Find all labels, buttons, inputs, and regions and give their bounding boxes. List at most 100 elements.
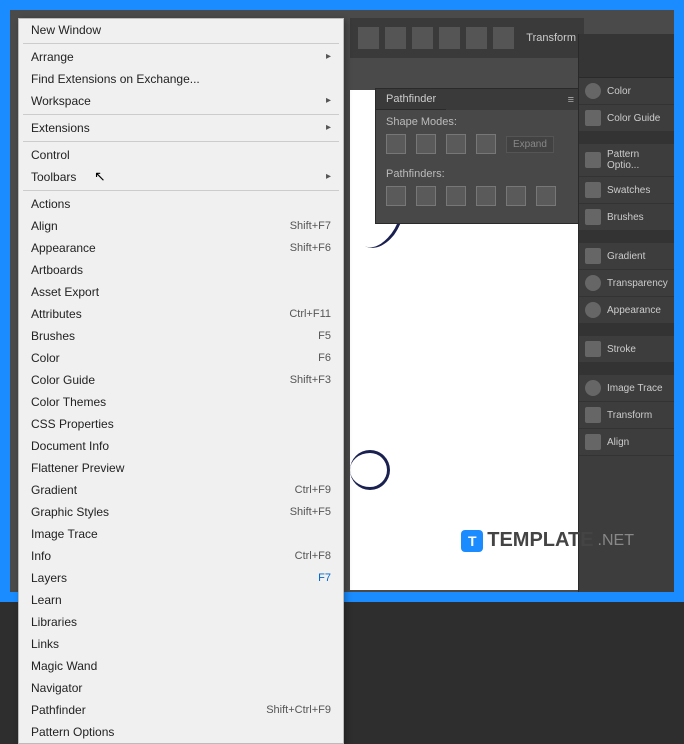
menu-graphic-styles[interactable]: Graphic StylesShift+F5	[19, 501, 343, 523]
menu-artboards[interactable]: Artboards	[19, 259, 343, 281]
chevron-right-icon: ▸	[326, 49, 331, 65]
transparency-icon	[585, 275, 601, 291]
menu-asset-export[interactable]: Asset Export	[19, 281, 343, 303]
panel-menu-icon[interactable]: ≡	[568, 94, 574, 106]
menu-label: Navigator	[31, 680, 82, 696]
watermark: T TEMPLATE .NET	[461, 529, 634, 552]
menu-actions[interactable]: Actions	[19, 193, 343, 215]
window-menu: New Window Arrange▸ Find Extensions on E…	[18, 18, 344, 744]
menu-magic-wand[interactable]: Magic Wand	[19, 655, 343, 677]
menu-align[interactable]: AlignShift+F7	[19, 215, 343, 237]
panel-brushes[interactable]: Brushes	[579, 204, 674, 231]
menu-learn[interactable]: Learn	[19, 589, 343, 611]
menu-css-properties[interactable]: CSS Properties	[19, 413, 343, 435]
panel-appearance[interactable]: Appearance	[579, 297, 674, 324]
menu-label: New Window	[31, 22, 101, 38]
menu-label: Toolbars	[31, 169, 76, 185]
menu-control[interactable]: Control	[19, 144, 343, 166]
menu-layers[interactable]: LayersF7	[19, 567, 343, 589]
panel-align[interactable]: Align	[579, 429, 674, 456]
menu-label: Libraries	[31, 614, 77, 630]
align-top-icon[interactable]	[439, 27, 460, 49]
menu-label: Brushes	[31, 328, 75, 344]
panel-label: Color Guide	[607, 113, 660, 124]
menu-attributes[interactable]: AttributesCtrl+F11	[19, 303, 343, 325]
exclude-icon[interactable]	[476, 134, 496, 154]
menu-extensions[interactable]: Extensions ▸	[19, 117, 343, 139]
align-right-icon[interactable]	[412, 27, 433, 49]
menu-pattern-options[interactable]: Pattern Options	[19, 721, 343, 743]
align-center-icon[interactable]	[385, 27, 406, 49]
panel-pattern-options[interactable]: Pattern Optio...	[579, 144, 674, 177]
panel-label: Image Trace	[607, 383, 663, 394]
menu-color-guide[interactable]: Color GuideShift+F3	[19, 369, 343, 391]
intersect-icon[interactable]	[446, 134, 466, 154]
image-trace-icon	[585, 380, 601, 396]
trim-icon[interactable]	[416, 186, 436, 206]
unite-icon[interactable]	[386, 134, 406, 154]
divide-icon[interactable]	[386, 186, 406, 206]
watermark-badge: T	[461, 530, 483, 552]
menu-color-themes[interactable]: Color Themes	[19, 391, 343, 413]
swatches-icon	[585, 182, 601, 198]
menu-label: Color	[31, 350, 60, 366]
menu-shortcut: Shift+F3	[290, 372, 331, 388]
pathfinder-tab[interactable]: Pathfinder	[376, 89, 446, 110]
panel-label: Gradient	[607, 251, 645, 262]
menu-label: Image Trace	[31, 526, 98, 542]
menu-shortcut: Shift+Ctrl+F9	[266, 702, 331, 718]
align-bottom-icon[interactable]	[493, 27, 514, 49]
menu-brushes[interactable]: BrushesF5	[19, 325, 343, 347]
gradient-icon	[585, 248, 601, 264]
chevron-right-icon: ▸	[326, 120, 331, 136]
panel-label: Transparency	[607, 278, 668, 289]
menu-flattener[interactable]: Flattener Preview	[19, 457, 343, 479]
outline-icon[interactable]	[506, 186, 526, 206]
menu-separator	[23, 190, 339, 191]
menu-workspace[interactable]: Workspace▸	[19, 90, 343, 112]
menu-label: Flattener Preview	[31, 460, 124, 476]
menu-shortcut: Shift+F6	[290, 240, 331, 256]
menu-libraries[interactable]: Libraries	[19, 611, 343, 633]
panel-stroke[interactable]: Stroke	[579, 336, 674, 363]
menu-label: Find Extensions on Exchange...	[31, 71, 200, 87]
right-panel-strip	[579, 34, 674, 78]
align-left-icon[interactable]	[358, 27, 379, 49]
menu-pathfinder[interactable]: PathfinderShift+Ctrl+F9	[19, 699, 343, 721]
minus-back-icon[interactable]	[536, 186, 556, 206]
panel-label: Pattern Optio...	[607, 149, 668, 171]
menu-arrange[interactable]: Arrange▸	[19, 46, 343, 68]
menu-separator	[23, 114, 339, 115]
transform-icon	[585, 407, 601, 423]
chevron-right-icon: ▸	[326, 169, 331, 185]
panel-transparency[interactable]: Transparency	[579, 270, 674, 297]
align-middle-icon[interactable]	[466, 27, 487, 49]
menu-document-info[interactable]: Document Info	[19, 435, 343, 457]
transform-label[interactable]: Transform	[526, 32, 576, 44]
menu-label: Extensions	[31, 120, 90, 136]
menu-links[interactable]: Links	[19, 633, 343, 655]
panel-gradient[interactable]: Gradient	[579, 243, 674, 270]
panel-color[interactable]: Color	[579, 78, 674, 105]
menu-gradient[interactable]: GradientCtrl+F9	[19, 479, 343, 501]
menu-color[interactable]: ColorF6	[19, 347, 343, 369]
minus-front-icon[interactable]	[416, 134, 436, 154]
menu-label: Pattern Options	[31, 724, 114, 740]
panel-image-trace[interactable]: Image Trace	[579, 375, 674, 402]
panel-label: Align	[607, 437, 629, 448]
brushes-icon	[585, 209, 601, 225]
menu-new-window[interactable]: New Window	[19, 19, 343, 41]
menu-info[interactable]: InfoCtrl+F8	[19, 545, 343, 567]
menu-appearance[interactable]: AppearanceShift+F6	[19, 237, 343, 259]
color-guide-icon	[585, 110, 601, 126]
panel-color-guide[interactable]: Color Guide	[579, 105, 674, 132]
panel-transform[interactable]: Transform	[579, 402, 674, 429]
panel-swatches[interactable]: Swatches	[579, 177, 674, 204]
menu-toolbars[interactable]: Toolbars ▸	[19, 166, 343, 188]
menu-navigator[interactable]: Navigator	[19, 677, 343, 699]
appearance-icon	[585, 302, 601, 318]
merge-icon[interactable]	[446, 186, 466, 206]
crop-icon[interactable]	[476, 186, 496, 206]
menu-find-extensions[interactable]: Find Extensions on Exchange...	[19, 68, 343, 90]
menu-image-trace[interactable]: Image Trace	[19, 523, 343, 545]
